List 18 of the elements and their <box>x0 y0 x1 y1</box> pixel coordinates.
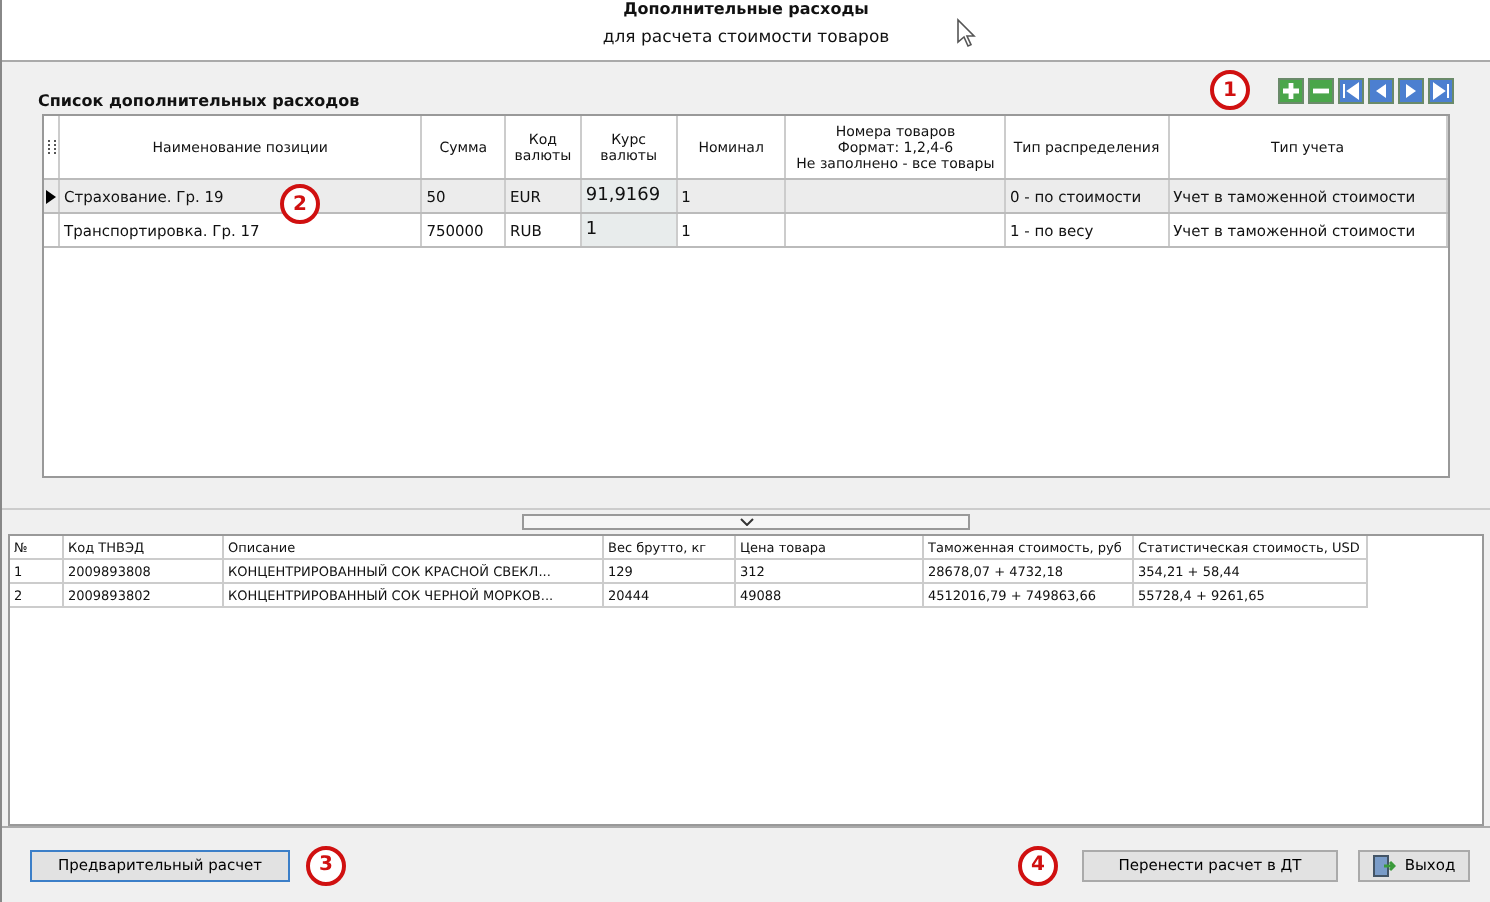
table-cell: 91,9169 <box>585 186 661 206</box>
arrow-icon[interactable] <box>1338 77 1364 103</box>
callout-marker: 4 <box>1018 845 1058 885</box>
table-cell: 1 <box>585 220 598 240</box>
row-pointer-icon <box>46 189 56 203</box>
arrow-icon[interactable] <box>1428 77 1454 103</box>
callout-marker: 1 <box>1210 70 1250 110</box>
door-icon <box>1372 853 1397 877</box>
remove-icon[interactable] <box>1308 77 1334 103</box>
chevron-down-icon <box>739 518 753 526</box>
mouse-cursor-icon <box>956 18 976 48</box>
grip-icon <box>47 140 55 154</box>
window-subtitle: для расчета стоимости товаров <box>602 28 890 48</box>
add-icon[interactable] <box>1278 77 1304 103</box>
window-title: Дополнительные расходы <box>623 0 869 20</box>
group-title: Список дополнительных расходов <box>38 92 360 110</box>
splitter-handle[interactable] <box>522 514 970 530</box>
callout-marker: 3 <box>306 845 346 885</box>
